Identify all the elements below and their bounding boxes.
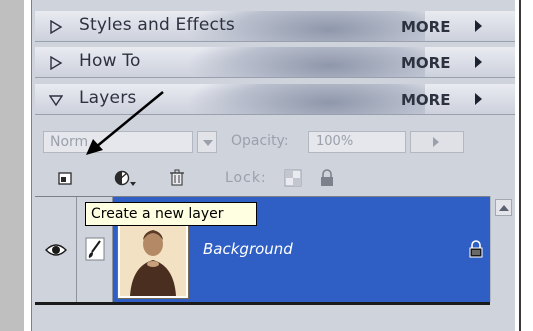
layer-lock-icon [469,240,483,258]
opacity-label: Opacity: [231,133,289,149]
expand-triangle-icon[interactable] [49,20,63,34]
panel-title: Styles and Effects [79,15,235,35]
panel-title: How To [79,51,141,71]
right-divider [519,0,521,331]
collapse-triangle-icon[interactable] [49,93,63,107]
panel-header-how-to[interactable]: How To MORE [35,47,515,78]
expand-triangle-icon[interactable] [49,56,63,70]
brush-icon [85,237,105,261]
layers-empty-area [35,305,515,331]
blend-mode-dropdown-button[interactable] [197,131,217,153]
lock-label: Lock: [225,170,267,186]
screenshot-root: Styles and Effects MORE How To MORE Laye… [0,0,533,331]
right-gutter [514,0,533,331]
more-button[interactable]: MORE [401,91,450,109]
new-layer-icon[interactable] [55,169,75,187]
more-button[interactable]: MORE [401,18,450,36]
layer-tools-row: Lock: [35,163,515,195]
layers-scrollbar[interactable] [490,196,515,302]
lock-transparency-icon[interactable] [283,169,303,187]
layer-options-row: Norm Opacity: 100% [35,125,515,163]
scroll-up-button[interactable] [495,199,512,216]
layer-name[interactable]: Background [203,240,293,258]
trash-icon[interactable] [167,169,187,187]
tooltip: Create a new layer [85,202,257,226]
blend-mode-select[interactable]: Norm [43,131,193,153]
opacity-field[interactable]: 100% [308,131,406,153]
more-arrow-icon[interactable] [475,56,482,68]
chevron-up-icon [499,205,509,211]
lock-all-icon[interactable] [317,169,337,187]
more-arrow-icon[interactable] [475,93,482,105]
left-gutter [0,0,24,331]
panel-title: Layers [79,88,137,108]
visibility-column[interactable] [35,197,77,303]
opacity-slider-button[interactable] [410,131,464,153]
adjustment-layer-icon[interactable] [113,169,139,187]
portrait-thumbnail-image [120,214,186,296]
eye-icon[interactable] [45,243,67,257]
panel-header-styles-and-effects[interactable]: Styles and Effects MORE [35,11,515,42]
chevron-down-icon [203,140,213,146]
panel-header-layers[interactable]: Layers MORE [35,84,515,115]
chevron-right-icon [433,137,439,147]
more-arrow-icon[interactable] [475,20,482,32]
more-button[interactable]: MORE [401,54,450,72]
palette-bin: Styles and Effects MORE How To MORE Laye… [31,0,515,331]
